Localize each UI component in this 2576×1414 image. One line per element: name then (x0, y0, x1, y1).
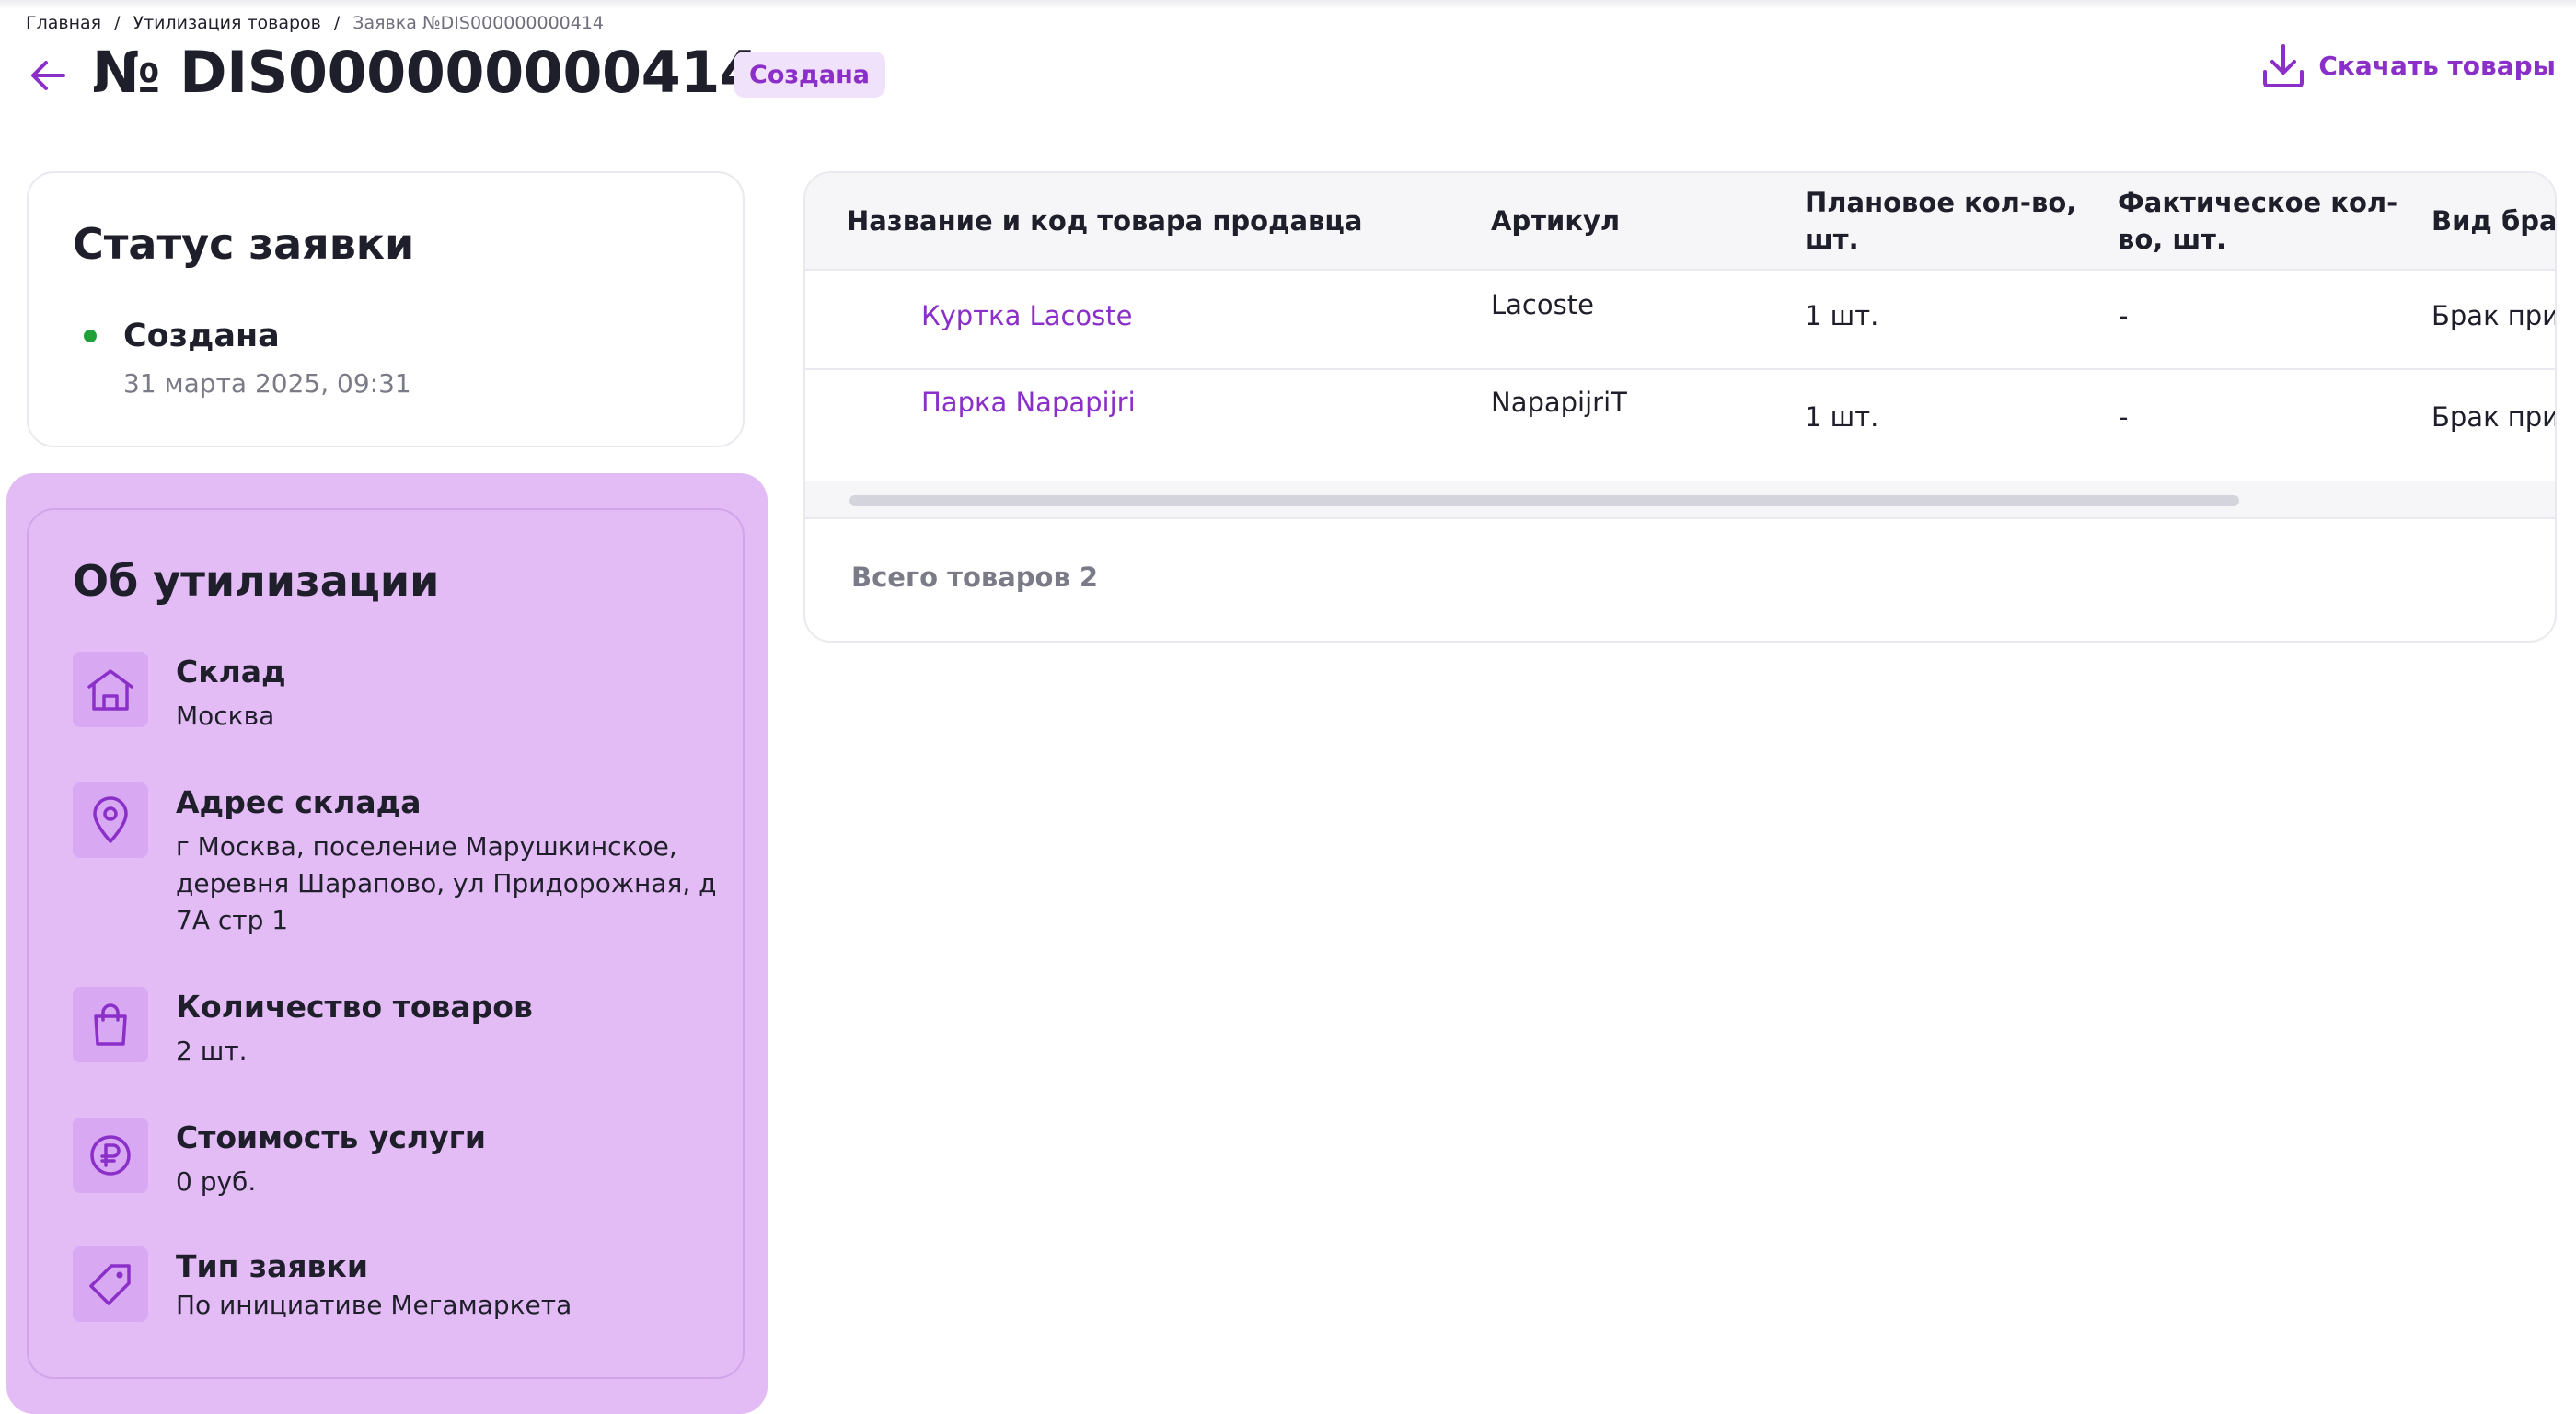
column-header-planned: Плановое кол-во, шт. (1805, 187, 2077, 255)
topbar-shadow (0, 0, 2576, 9)
status-card: Статус заявки Создана 31 марта 2025, 09:… (27, 171, 745, 447)
info-item-warehouse: Склад Москва (73, 652, 728, 735)
back-button[interactable] (28, 55, 68, 96)
actual-quantity: - (2119, 401, 2129, 433)
status-badge: Создана (734, 52, 885, 98)
info-value: г Москва, поселение Марушкинское, деревн… (176, 831, 717, 935)
column-header-article: Артикул (1491, 205, 1621, 237)
download-products-button[interactable]: Скачать товары (2261, 42, 2556, 88)
scrollbar-thumb[interactable] (849, 495, 2239, 506)
products-table: Название и код товара продавца Артикул П… (803, 171, 2557, 643)
shopping-bag-icon (73, 987, 148, 1062)
breadcrumb-separator: / (333, 13, 341, 33)
arrow-left-icon (31, 61, 65, 90)
page-title: № DIS000000000414 (92, 39, 759, 106)
column-header-defect: Вид брака (2432, 205, 2557, 237)
breadcrumb-section[interactable]: Утилизация товаров (133, 13, 320, 33)
column-header-actual: Фактическое кол- во, шт. (2118, 187, 2398, 255)
status-name: Создана (123, 318, 280, 354)
product-name-link[interactable]: Парка Napapijri (921, 387, 1136, 418)
info-value: По инициативе Мегамаркета (176, 1290, 572, 1320)
column-header-name: Название и код товара продавца (847, 205, 1363, 237)
product-article: Lacoste (1491, 289, 1594, 320)
actual-quantity: - (2119, 300, 2129, 331)
product-article: NapapijriT (1491, 387, 1627, 418)
info-item-quantity: Количество товаров 2 шт. (73, 987, 728, 1070)
info-value: Москва (176, 701, 275, 731)
download-products-label: Скачать товары (2318, 50, 2556, 81)
info-label: Склад (176, 654, 286, 690)
breadcrumb-home[interactable]: Главная (26, 13, 101, 33)
info-label: Адрес склада (176, 784, 422, 820)
status-date: 31 марта 2025, 09:31 (123, 368, 411, 399)
defect-type: Брак принят (2432, 401, 2557, 433)
warehouse-icon (73, 652, 148, 727)
location-pin-icon (73, 782, 148, 858)
info-label: Количество товаров (176, 989, 533, 1025)
tag-icon (73, 1246, 148, 1322)
info-value: 2 шт. (176, 1036, 248, 1066)
ruble-icon (73, 1118, 148, 1193)
info-item-address: Адрес склада г Москва, поселение Марушки… (73, 782, 728, 939)
horizontal-scrollbar[interactable] (805, 481, 2555, 519)
utilization-info-card: Об утилизации Склад Москва Адрес склада … (27, 508, 745, 1379)
info-item-cost: Стоимость услуги 0 руб. (73, 1118, 728, 1200)
planned-quantity: 1 шт. (1805, 300, 1879, 331)
table-header: Название и код товара продавца Артикул П… (805, 173, 2555, 271)
breadcrumb: Главная / Утилизация товаров / Заявка №D… (26, 13, 604, 33)
defect-type: Брак принят (2432, 300, 2557, 331)
table-row: Куртка Lacoste Lacoste 1 шт. - Брак прин… (805, 269, 2555, 370)
info-item-request-type: Тип заявки По инициативе Мегамаркета (73, 1246, 728, 1324)
info-label: Тип заявки (176, 1248, 368, 1284)
status-card-title: Статус заявки (73, 219, 415, 269)
breadcrumb-current: Заявка №DIS000000000414 (352, 13, 605, 33)
table-row: Парка Napapijri NapapijriT 1 шт. - Брак … (805, 368, 2555, 482)
info-label: Стоимость услуги (176, 1119, 486, 1155)
info-value: 0 руб. (176, 1166, 257, 1197)
breadcrumb-separator: / (114, 13, 121, 33)
product-name-link[interactable]: Куртка Lacoste (921, 300, 1133, 331)
status-dot-icon (84, 330, 97, 342)
products-total: Всего товаров 2 (851, 562, 1099, 593)
download-icon (2263, 44, 2305, 87)
planned-quantity: 1 шт. (1805, 401, 1879, 433)
info-card-title: Об утилизации (73, 556, 440, 606)
